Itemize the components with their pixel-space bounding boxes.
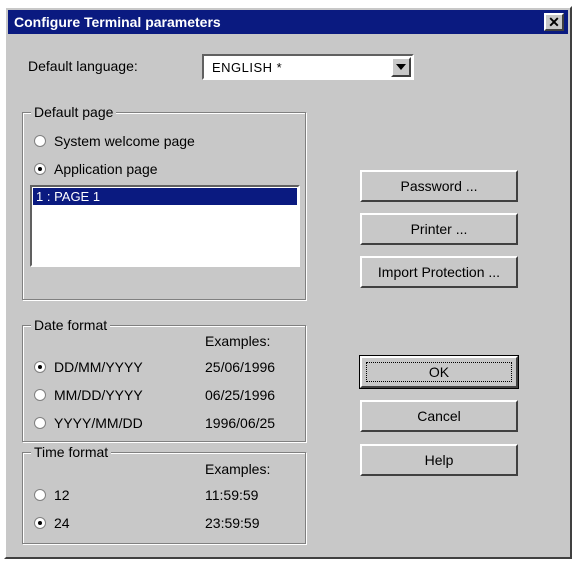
radio-label: Application page	[54, 161, 158, 177]
radio-circle	[34, 417, 46, 429]
default-language-value: ENGLISH *	[212, 60, 283, 75]
close-icon: ✕	[548, 14, 560, 30]
radio-circle	[34, 389, 46, 401]
import-protection-button[interactable]: Import Protection ...	[360, 256, 518, 288]
close-button[interactable]: ✕	[544, 13, 564, 31]
date-examples-label: Examples:	[205, 333, 271, 349]
radio-date-dd-mm-yyyy[interactable]: DD/MM/YYYY	[34, 359, 143, 375]
radio-circle	[34, 489, 46, 501]
title-bar: Configure Terminal parameters ✕	[8, 10, 568, 34]
radio-label: YYYY/MM/DD	[54, 415, 143, 431]
cancel-button[interactable]: Cancel	[360, 400, 518, 432]
default-language-select[interactable]: ENGLISH *	[202, 54, 414, 80]
radio-label: MM/DD/YYYY	[54, 387, 143, 403]
date-example-value: 25/06/1996	[205, 359, 276, 375]
password-button-label: Password ...	[400, 178, 478, 194]
ok-button[interactable]: OK	[359, 355, 519, 389]
radio-label: 24	[54, 515, 70, 531]
radio-circle	[34, 517, 46, 529]
date-example-value: 1996/06/25	[205, 415, 276, 431]
radio-time-24[interactable]: 24	[34, 515, 70, 531]
focus-rect	[366, 362, 512, 382]
chevron-down-icon	[396, 64, 406, 70]
time-example-value: 11:59:59	[205, 487, 259, 503]
date-format-title: Date format	[31, 317, 111, 333]
list-item[interactable]: 1 : PAGE 1	[33, 188, 297, 205]
radio-circle	[34, 163, 46, 175]
import-protection-button-label: Import Protection ...	[377, 264, 501, 280]
radio-system-welcome-page[interactable]: System welcome page	[34, 133, 195, 149]
date-example-value: 06/25/1996	[205, 387, 276, 403]
printer-button-label: Printer ...	[410, 221, 468, 237]
radio-application-page[interactable]: Application page	[34, 161, 158, 177]
default-page-title: Default page	[31, 104, 117, 120]
help-button-label: Help	[424, 452, 454, 468]
window-title: Configure Terminal parameters	[14, 14, 221, 30]
time-example-value: 23:59:59	[205, 515, 260, 531]
radio-label: System welcome page	[54, 133, 195, 149]
default-language-dropdown-button[interactable]	[391, 57, 411, 77]
radio-label: 12	[54, 487, 70, 503]
help-button[interactable]: Help	[360, 444, 518, 476]
page-listbox[interactable]: 1 : PAGE 1	[30, 185, 300, 267]
password-button[interactable]: Password ...	[360, 170, 518, 202]
radio-circle	[34, 135, 46, 147]
printer-button[interactable]: Printer ...	[360, 213, 518, 245]
radio-date-mm-dd-yyyy[interactable]: MM/DD/YYYY	[34, 387, 143, 403]
default-language-label: Default language:	[28, 58, 138, 74]
cancel-button-label: Cancel	[417, 408, 461, 424]
radio-label: DD/MM/YYYY	[54, 359, 143, 375]
radio-date-yyyy-mm-dd[interactable]: YYYY/MM/DD	[34, 415, 143, 431]
time-examples-label: Examples:	[205, 461, 271, 477]
radio-time-12[interactable]: 12	[34, 487, 70, 503]
radio-circle	[34, 361, 46, 373]
time-format-title: Time format	[31, 444, 112, 460]
